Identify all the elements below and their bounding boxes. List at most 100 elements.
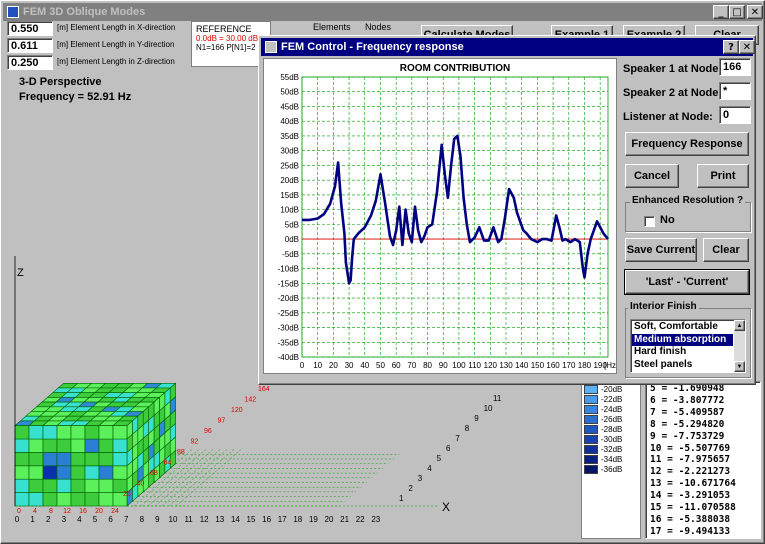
help-icon[interactable]: ? — [723, 40, 739, 54]
z-length-input[interactable]: 0.250 — [7, 55, 53, 70]
chart-title: ROOM CONTRIBUTION — [400, 63, 511, 74]
interior-option[interactable]: Soft, Comfortable — [632, 321, 733, 334]
y-tick-label: 5dB — [285, 220, 299, 229]
voxel-front — [56, 492, 72, 507]
x-length-input[interactable]: 0.550 — [7, 21, 53, 36]
maximize-icon[interactable]: □ — [729, 5, 745, 19]
legend-item: -28dB — [584, 425, 622, 434]
z-axis-label: Z — [17, 267, 24, 279]
mode-item[interactable]: 16 = -5.388038 — [650, 514, 756, 526]
bottom-axis-number: 20 — [325, 515, 334, 524]
interior-option[interactable]: Medium absorption — [632, 333, 733, 346]
red-node-number: 88 — [177, 449, 185, 456]
mode-item[interactable]: 11 = -7.975657 — [650, 454, 756, 466]
mode-item[interactable]: 8 = -5.294820 — [650, 419, 756, 431]
frequency-dialog: FEM Control - Frequency response ? ✕ ROO… — [258, 35, 756, 385]
speaker2-input[interactable]: * — [719, 82, 751, 100]
x-tick-label: 130 — [499, 361, 513, 370]
frequency-response-button[interactable]: Frequency Response — [625, 132, 749, 156]
legend-item: -26dB — [584, 415, 622, 424]
legend-item: -30dB — [584, 435, 622, 444]
mode-item[interactable]: 17 = -9.494133 — [650, 526, 756, 538]
voxel-front — [42, 478, 58, 493]
mode-item[interactable]: 13 = -10.671764 — [650, 478, 756, 490]
interior-option[interactable]: Steel panels — [632, 359, 733, 372]
dialog-close-icon[interactable]: ✕ — [739, 40, 755, 54]
voxel-front — [28, 492, 44, 507]
bottom-axis-number: 6 — [108, 515, 113, 524]
legend-swatch — [584, 435, 598, 444]
depth-axis-number: 11 — [493, 394, 502, 403]
minimize-icon[interactable]: _ — [713, 5, 729, 19]
mode-item[interactable]: 6 = -3.807772 — [650, 395, 756, 407]
voxel-front — [70, 492, 86, 507]
bottom-axis-number: 4 — [77, 515, 82, 524]
modes-list[interactable]: 5 = -1.690948 6 = -3.807772 7 = -5.409587 8… — [645, 381, 761, 539]
close-icon[interactable]: ✕ — [747, 5, 763, 19]
reference-line2: N1=166 P[N1]=2 — [196, 43, 256, 52]
legend-swatch — [584, 425, 598, 434]
speaker1-input[interactable]: 166 — [719, 58, 751, 76]
red-node-number: 96 — [204, 428, 212, 435]
x-tick-label: 140 — [515, 361, 529, 370]
mode-item[interactable]: 12 = -2.221273 — [650, 466, 756, 478]
y-tick-label: 10dB — [280, 206, 299, 215]
y-tick-label: -15dB — [278, 279, 299, 288]
interior-group: Interior Finish Soft, Comfortable Medium … — [625, 301, 751, 378]
scroll-down-icon[interactable]: ▼ — [734, 361, 745, 372]
voxel-front — [70, 465, 86, 480]
voxel-front — [14, 465, 30, 480]
y-tick-label: -30dB — [278, 324, 299, 333]
y-tick-label: -35dB — [278, 338, 299, 347]
mode-item[interactable]: 10 = -5.507769 — [650, 443, 756, 455]
bottom-axis-number: 15 — [247, 515, 256, 524]
voxel-front — [56, 425, 72, 440]
save-current-button[interactable]: Save Current — [625, 238, 697, 262]
legend-label: -28dB — [601, 425, 623, 434]
x-tick-label: 160 — [546, 361, 560, 370]
voxel-front — [28, 452, 44, 467]
legend-swatch — [584, 405, 598, 414]
mode-item[interactable]: 9 = -7.753729 — [650, 431, 756, 443]
red-node-number: 12 — [63, 508, 71, 515]
bottom-axis-number: 11 — [184, 515, 193, 524]
legend-label: -22dB — [601, 395, 623, 404]
voxel-front — [42, 438, 58, 453]
y-tick-label: -25dB — [278, 309, 299, 318]
scroll-up-icon[interactable]: ▲ — [734, 320, 745, 331]
interior-finish-list[interactable]: Soft, Comfortable Medium absorption Hard f… — [630, 319, 746, 373]
depth-axis-number: 3 — [418, 474, 423, 483]
y-tick-label: 0dB — [285, 235, 299, 244]
enhanced-checkbox[interactable] — [644, 216, 655, 227]
bottom-axis-number: 23 — [371, 515, 380, 524]
y-tick-label: 40dB — [280, 117, 299, 126]
interior-scrollbar[interactable]: ▲ ▼ — [734, 320, 745, 372]
elements-label: Elements — [313, 22, 351, 32]
voxel-front — [98, 478, 114, 493]
voxel-front — [112, 425, 128, 440]
frequency-label: Frequency = 52.91 Hz — [19, 91, 132, 103]
voxel-front — [112, 438, 128, 453]
x-tick-label: 70 — [407, 361, 416, 370]
voxel-front — [98, 425, 114, 440]
bottom-axis-number: 3 — [62, 515, 67, 524]
cancel-button[interactable]: Cancel — [625, 164, 679, 188]
mode-item[interactable]: 15 = -11.070588 — [650, 502, 756, 514]
mode-item[interactable]: 7 = -5.409587 — [650, 407, 756, 419]
bottom-axis-number: 7 — [124, 515, 129, 524]
clear-button[interactable]: Clear — [703, 238, 749, 262]
legend-item: -36dB — [584, 465, 622, 474]
listener-input[interactable]: 0 — [719, 106, 751, 124]
print-button[interactable]: Print — [697, 164, 749, 188]
x-tick-label: 60 — [392, 361, 401, 370]
interior-option[interactable]: Hard finish — [632, 346, 733, 359]
y-tick-label: 50dB — [280, 88, 299, 97]
voxel-front — [14, 425, 30, 440]
voxel-front — [98, 492, 114, 507]
legend-item: -20dB — [584, 385, 622, 394]
last-current-button[interactable]: 'Last' - 'Current' — [624, 269, 750, 295]
y-length-input[interactable]: 0.611 — [7, 38, 53, 53]
depth-axis-number: 9 — [474, 414, 479, 423]
mode-item[interactable]: 14 = -3.291053 — [650, 490, 756, 502]
enhanced-option-label: No — [660, 214, 675, 226]
